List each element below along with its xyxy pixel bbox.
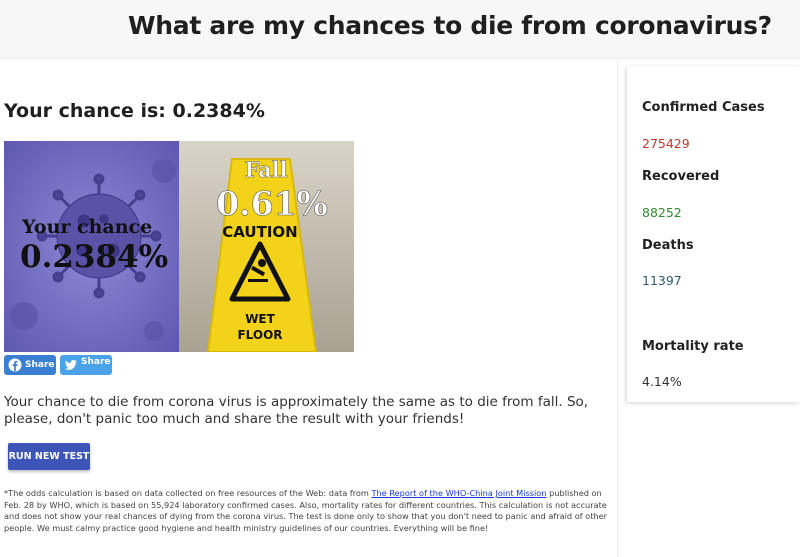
left-caption: Your chance [21,216,152,238]
mortality-value: 4.14% [642,374,682,389]
right-caption: Fall [244,157,287,182]
confirmed-value: 275429 [642,136,690,151]
stats-sidebar: Confirmed Cases 275429 Recovered 88252 D… [627,66,800,402]
result-heading: Your chance is: 0.2384% [4,100,265,122]
deaths-label: Deaths [642,238,694,253]
facebook-share-button[interactable]: Share [4,355,56,375]
facebook-share-label: Share [25,360,55,370]
result-image: Your chance 0.2384% Fall 0.61% CAUTION W… [4,141,354,352]
footnote: *The odds calculation is based on data c… [4,488,610,534]
sign-title: CAUTION [222,223,297,241]
deaths-value: 11397 [642,273,682,288]
result-description: Your chance to die from corona virus is … [4,394,589,427]
twitter-icon [64,360,77,370]
run-new-test-button[interactable]: RUN NEW TEST [8,443,90,470]
column-divider [617,60,618,557]
sign-line2: FLOOR [237,328,282,342]
page-header: What are my chances to die from coronavi… [0,0,800,59]
twitter-share-label: Share [81,357,111,367]
who-report-link[interactable]: The Report of the WHO-China Joint Missio… [371,488,546,498]
right-value: 0.61% [216,184,328,223]
page-title: What are my chances to die from coronavi… [128,11,772,40]
recovered-label: Recovered [642,169,720,184]
sign-line1: WET [245,312,275,326]
result-image-graphic: Your chance 0.2384% Fall 0.61% CAUTION W… [4,141,354,352]
footnote-intro: *The odds calculation is based on data c… [4,488,372,498]
recovered-value: 88252 [642,205,682,220]
facebook-icon [8,358,22,372]
mortality-label: Mortality rate [642,339,744,354]
twitter-share-button[interactable]: Share [60,355,112,375]
confirmed-label: Confirmed Cases [642,100,765,115]
left-value: 0.2384% [20,239,168,275]
